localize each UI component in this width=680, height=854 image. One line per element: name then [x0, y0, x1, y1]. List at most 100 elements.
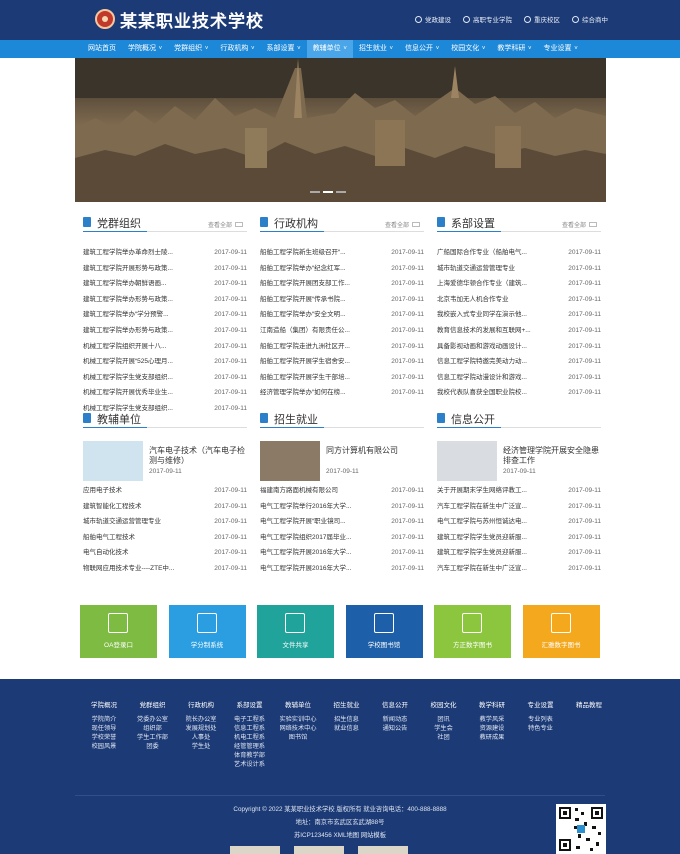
footer-column-heading[interactable]: 精品教程 — [559, 699, 619, 709]
list-item[interactable]: 物联网应用技术专业----ZTE中... 2017-09-11 — [83, 561, 247, 577]
list-item[interactable]: 电气工程学院开展2016年大学... 2017-09-11 — [260, 545, 424, 561]
footer-link[interactable]: 图书馆 — [268, 733, 328, 742]
nav-item[interactable]: 网站首页 — [82, 40, 122, 58]
list-item[interactable]: 建筑工程学院举办形势与政策... 2017-09-11 — [83, 292, 247, 308]
quick-access-tile[interactable]: 学校图书馆 — [345, 605, 423, 658]
list-item[interactable]: 电气工程学院开展2016年大学... 2017-09-11 — [260, 561, 424, 577]
badge-image[interactable] — [358, 846, 408, 854]
nav-item[interactable]: 教学科研 ˅ — [491, 40, 537, 58]
footer-link[interactable]: 体育教学部 — [220, 751, 280, 760]
list-item[interactable]: 建筑工程学院开展形势与政策... 2017-09-11 — [83, 261, 247, 277]
list-item[interactable]: 城市轨道交通运营管理专业 2017-09-11 — [437, 261, 601, 277]
footer-link[interactable]: 专业列表 — [511, 715, 571, 724]
quick-link[interactable]: 高职专业学院 — [463, 14, 512, 24]
list-item[interactable]: 建筑工程学院学生党员迎新服... 2017-09-11 — [437, 530, 601, 546]
featured-article[interactable]: 经济管理学院开展安全隐患排查工作 2017-09-11 — [437, 441, 603, 483]
list-item[interactable]: 电气工程学院与苏州恒诚达电... 2017-09-11 — [437, 514, 601, 530]
carousel-dot[interactable] — [310, 191, 320, 193]
nav-item[interactable]: 校园文化 ˅ — [445, 40, 491, 58]
list-item[interactable]: 城市轨道交通运营管理专业 2017-09-11 — [83, 514, 247, 530]
list-item[interactable]: 建筑工程学院举办形势与政策... 2017-09-11 — [83, 323, 247, 339]
quick-access-tile[interactable]: 文件共享 — [257, 605, 334, 658]
list-item[interactable]: 具备影视动画和游戏动画设计... 2017-09-11 — [437, 339, 601, 355]
quick-access-tile[interactable]: 汇雅数字图书 — [522, 605, 600, 658]
list-item[interactable]: 船舶工程学院新生班级召开“... 2017-09-11 — [260, 245, 424, 261]
list-item[interactable]: 电气工程学院开展“职业镜司... 2017-09-11 — [260, 514, 424, 530]
list-item[interactable]: 船舶工程学院走进九洲社区开... 2017-09-11 — [260, 339, 424, 355]
list-item[interactable]: 建筑工程学院举办“学分预警... 2017-09-11 — [83, 307, 247, 323]
list-item[interactable]: 机械工程学院开展优秀毕业生... 2017-09-11 — [83, 385, 247, 401]
news-title: 我校代表队喜获全国职业院校... — [437, 389, 527, 397]
list-item[interactable]: 建筑工程学院举办革命烈士陵... 2017-09-11 — [83, 245, 247, 261]
nav-item[interactable]: 专业设置 ˅ — [538, 40, 584, 58]
footer-certification-badges — [230, 846, 408, 854]
quick-link[interactable]: 党政建设 — [415, 14, 451, 24]
nav-item[interactable]: 学院概况 ˅ — [122, 40, 168, 58]
hero-banner-image[interactable] — [75, 58, 606, 202]
quick-access-tile[interactable]: OA登录口 — [80, 605, 157, 658]
list-item[interactable]: 北京韦加无人机合作专业 2017-09-11 — [437, 292, 601, 308]
nav-item[interactable]: 系部设置 ˅ — [261, 40, 307, 58]
list-item[interactable]: 汽车工程学院在新生中广泛宣... 2017-09-11 — [437, 499, 601, 515]
list-item[interactable]: 我校代表队喜获全国职业院校... 2017-09-11 — [437, 385, 601, 401]
list-item[interactable]: 机械工程学院开展“525心理月... 2017-09-11 — [83, 354, 247, 370]
footer-link[interactable]: 特色专业 — [511, 724, 571, 733]
quick-link[interactable]: 综合商中 — [572, 14, 608, 24]
footer-link[interactable]: 经管管理系 — [220, 742, 280, 751]
list-item[interactable]: 福建南方路面机械有限公司 2017-09-11 — [260, 483, 424, 499]
list-item[interactable]: 船舶工程学院开展“传承书院... 2017-09-11 — [260, 292, 424, 308]
list-item[interactable]: 船舶工程学院举办“纪念红军... 2017-09-11 — [260, 261, 424, 277]
featured-article[interactable]: 同方计算机有限公司 2017-09-11 — [260, 441, 426, 483]
list-item[interactable]: 信息工程学院动漫设计和游戏... 2017-09-11 — [437, 370, 601, 386]
list-item[interactable]: 船舶电气工程技术 2017-09-11 — [83, 530, 247, 546]
list-item[interactable]: 经济管理学院举办“如何在榜... 2017-09-11 — [260, 385, 424, 401]
list-item[interactable]: 机械工程学院组织开展十八... 2017-09-11 — [83, 339, 247, 355]
list-item[interactable]: 上海爱德华顿合作专业（建筑... 2017-09-11 — [437, 276, 601, 292]
list-item[interactable]: 江南造船（集团）有限责任公... 2017-09-11 — [260, 323, 424, 339]
carousel-dot-active[interactable] — [323, 191, 333, 193]
nav-item[interactable]: 信息公开 ˅ — [399, 40, 445, 58]
footer-link[interactable]: 教研成果 — [462, 733, 522, 742]
list-item[interactable]: 建筑智能化工程技术 2017-09-11 — [83, 499, 247, 515]
list-item[interactable]: 船舶工程学院开展学生宿舍安... 2017-09-11 — [260, 354, 424, 370]
list-item[interactable]: 建筑工程学院举办朝鲜语画... 2017-09-11 — [83, 276, 247, 292]
list-item[interactable]: 信息工程学院特邀完美动力动... 2017-09-11 — [437, 354, 601, 370]
school-logo[interactable]: 某某职业技术学校 — [95, 8, 264, 32]
view-all-link[interactable]: 查看全部 — [562, 220, 597, 229]
list-item[interactable]: 关于开展期末学生网络评教工... 2017-09-11 — [437, 483, 601, 499]
list-item[interactable]: 船舶工程学院开展学生干部培... 2017-09-11 — [260, 370, 424, 386]
view-all-link[interactable]: 查看全部 — [208, 220, 243, 229]
news-date: 2017-09-11 — [568, 295, 601, 303]
news-title: 机械工程学院组织开展十八... — [83, 342, 167, 350]
news-title: 电气工程学院开展“职业镜司... — [260, 518, 346, 526]
list-item[interactable]: 船舶工程学院开展团支部工作... 2017-09-11 — [260, 276, 424, 292]
list-item[interactable]: 教育信息技术的发展和互联网+... 2017-09-11 — [437, 323, 601, 339]
quick-link[interactable]: 重庆校区 — [524, 14, 560, 24]
list-item[interactable]: 机械工程学院学生党支部组织... 2017-09-11 — [83, 370, 247, 386]
view-all-link[interactable]: 查看全部 — [385, 220, 420, 229]
list-item[interactable]: 电气工程学院举行2016年大学... 2017-09-11 — [260, 499, 424, 515]
quick-access-tile[interactable]: 方正数字图书 — [434, 605, 511, 658]
news-date: 2017-09-11 — [568, 311, 601, 319]
nav-item[interactable]: 教辅单位 ˅ — [306, 40, 353, 58]
footer-link[interactable]: 艺术设计系 — [220, 760, 280, 769]
list-item[interactable]: 建筑工程学院学生党员迎新服... 2017-09-11 — [437, 545, 601, 561]
news-title: 船舶工程学院走进九洲社区开... — [260, 342, 350, 350]
list-item[interactable]: 应用电子技术 2017-09-11 — [83, 483, 247, 499]
carousel-dot[interactable] — [336, 191, 346, 193]
featured-article[interactable]: 汽车电子技术（汽车电子检测与维修） 2017-09-11 — [83, 441, 249, 483]
nav-item[interactable]: 行政机构 ˅ — [214, 40, 260, 58]
badge-image[interactable] — [230, 846, 280, 854]
nav-item[interactable]: 党群组织 ˅ — [168, 40, 214, 58]
list-item[interactable]: 船舶工程学院举办“安全文明... 2017-09-11 — [260, 307, 424, 323]
list-item[interactable]: 我校嵌入式专业同学在演示他... 2017-09-11 — [437, 307, 601, 323]
news-date: 2017-09-11 — [391, 295, 424, 303]
badge-image[interactable] — [294, 846, 344, 854]
list-item[interactable]: 汽车工程学院在新生中广泛宣... 2017-09-11 — [437, 561, 601, 577]
list-item[interactable]: 广船国际合作专业（船舶电气... 2017-09-11 — [437, 245, 601, 261]
quick-access-tile[interactable]: 学分制系统 — [168, 605, 246, 658]
list-item[interactable]: 电气工程学院组织2017届毕业... 2017-09-11 — [260, 530, 424, 546]
list-item[interactable]: 电气自动化技术 2017-09-11 — [83, 545, 247, 561]
news-date: 2017-09-11 — [391, 373, 424, 381]
nav-item[interactable]: 招生就业 ˅ — [353, 40, 399, 58]
